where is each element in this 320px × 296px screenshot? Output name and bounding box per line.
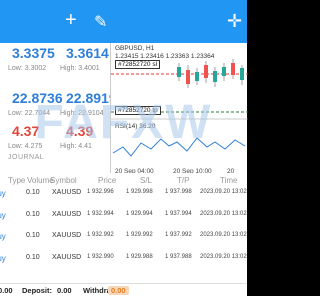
rsi-line: [112, 137, 246, 157]
col-type: Type: [8, 176, 26, 185]
price-chart[interactable]: GBPUSD, H1 1.23415 1.23416 1.23363 1.233…: [110, 43, 248, 182]
deposit-value: 0.00: [57, 286, 72, 295]
low-price: Low: 3.3002: [8, 65, 47, 72]
table-row[interactable]: Buy 0.10 XAUUSD 1 932.994 1 929.994 1 93…: [0, 211, 247, 229]
crosshair-icon[interactable]: ✛: [227, 12, 242, 30]
table-row[interactable]: Buy 0.10 XAUUSD 1 932.990 1 929.988 1 93…: [0, 254, 247, 272]
trade-symbol: XAUUSD: [52, 254, 82, 261]
quote-row[interactable]: 3.3375 3.3614 Low: 3.3002 High: 3.4001: [0, 43, 110, 87]
candle: [177, 67, 181, 77]
trade-symbol: XAUUSD: [52, 232, 82, 239]
trade-time: 2023.09.20 13:02: [200, 211, 247, 217]
candle: [195, 72, 199, 81]
candle: [222, 67, 226, 76]
deposit-label: Deposit:: [22, 286, 52, 295]
candle: [231, 63, 235, 75]
bid-price: 3.3375: [12, 45, 55, 61]
trade-volume: 0.10: [26, 232, 40, 239]
trade-type: Buy: [0, 232, 6, 241]
high-price: High: 3.4001: [60, 65, 100, 72]
trades-table: Type Volume Symbol Price S/L T/P Time Bu…: [0, 173, 247, 283]
col-time: Time: [220, 176, 238, 185]
table-row[interactable]: Buy 0.10 XAUUSD 1 932.992 1 929.992 1 93…: [0, 232, 247, 250]
low-price: Low: 4.275: [8, 143, 43, 150]
candle: [186, 70, 190, 84]
candle: [240, 68, 244, 80]
trade-symbol: XAUUSD: [52, 211, 82, 218]
high-price: High: 22.9104: [60, 110, 104, 117]
add-icon[interactable]: +: [65, 10, 77, 30]
ask-price: 3.3614: [66, 45, 109, 61]
trade-sl: 1 929.998: [126, 189, 153, 195]
trade-sl: 1 929.988: [126, 254, 153, 260]
trade-sl: 1 929.994: [126, 211, 153, 217]
trade-tp: 1 937.998: [165, 189, 192, 195]
col-tp: T/P: [177, 176, 190, 185]
balance-value: 0.00: [0, 286, 13, 295]
candles: [177, 59, 244, 88]
trade-time: 2023.09.20 13:02: [200, 254, 247, 260]
rsi-label: RSI(14) 36.20: [115, 123, 156, 130]
col-symbol: Symbol: [50, 176, 77, 185]
trade-time: 2023.09.20 13:02: [200, 232, 247, 238]
trade-volume: 0.10: [26, 254, 40, 261]
bid-price: 4.37: [12, 123, 40, 139]
col-sl: S/L: [140, 176, 153, 185]
trade-price: 1 932.992: [87, 232, 114, 238]
candle: [204, 65, 208, 78]
journal-label: JOURNAL: [8, 154, 45, 161]
sl-label: #72852720 sl: [115, 60, 161, 69]
account-status-bar: 0.00 Deposit: 0.00 Withdrawal: 0.00: [0, 283, 247, 296]
withdrawal-value: 0.00: [108, 286, 129, 295]
trade-type: Buy: [0, 254, 6, 263]
pencil-icon[interactable]: ✎: [94, 15, 107, 31]
top-toolbar: + ✎ ✛: [0, 0, 247, 43]
trade-tp: 1 937.994: [165, 211, 192, 217]
tp-label: #72852720 tp: [115, 106, 161, 115]
chart-ohlc: 1.23415 1.23416 1.23363 1.23364: [115, 53, 215, 60]
trade-tp: 1 937.992: [165, 232, 192, 238]
trade-time: 2023.09.20 13:02: [200, 189, 247, 195]
trade-price: 1 932.990: [87, 254, 114, 260]
table-row[interactable]: Buy 0.10 XAUUSD 1 932.996 1 929.998 1 93…: [0, 189, 247, 207]
trade-symbol: XAUUSD: [52, 189, 82, 196]
candle: [213, 71, 217, 82]
trade-type: Buy: [0, 211, 6, 220]
col-price: Price: [98, 176, 117, 185]
high-price: High: 4.41: [60, 143, 92, 150]
bid-price: 22.8736: [12, 90, 63, 106]
trade-price: 1 932.996: [87, 189, 114, 195]
low-price: Low: 22.7044: [8, 110, 51, 117]
trade-tp: 1 937.988: [165, 254, 192, 260]
trade-type: Buy: [0, 189, 6, 198]
trade-volume: 0.10: [26, 189, 40, 196]
ask-price: 4.39: [66, 123, 94, 139]
trade-sl: 1 929.992: [126, 232, 153, 238]
trade-price: 1 932.994: [87, 211, 114, 217]
trade-volume: 0.10: [26, 211, 40, 218]
chart-symbol: GBPUSD, H1: [115, 45, 155, 52]
